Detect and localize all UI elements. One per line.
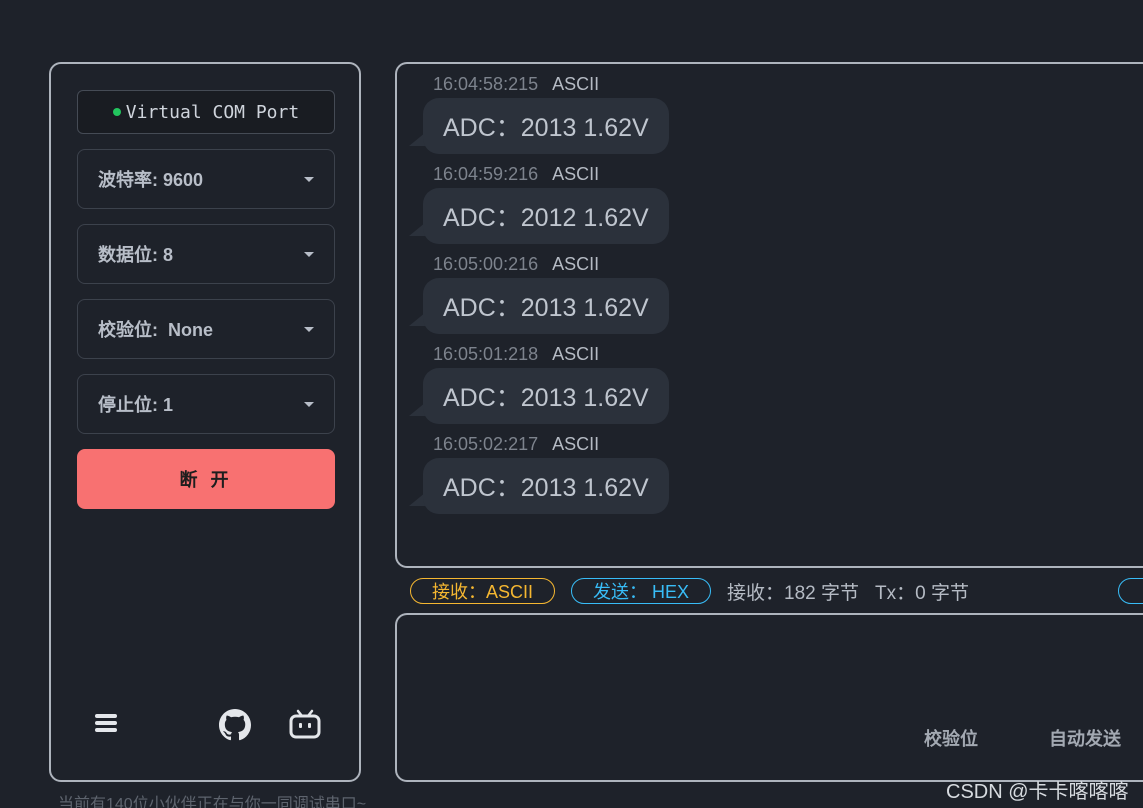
- send-mode-toggle[interactable]: 发送： HEX: [571, 578, 712, 604]
- settings-panel: Virtual COM Port 波特率: 9600 数据位: 8 校验位: N…: [49, 62, 361, 782]
- transmit-byte-count: Tx：0 字节: [875, 582, 969, 604]
- send-input-panel[interactable]: 校验位 自动发送: [395, 613, 1143, 782]
- message-mode: ASCII: [552, 344, 600, 364]
- message-time: 16:04:59:216: [433, 164, 539, 184]
- message-time: 16:05:00:216: [433, 254, 539, 274]
- receive-log-panel[interactable]: 16:04:58:215 ASCII ADC：2013 1.62V 16:04:5…: [395, 62, 1143, 568]
- chevron-down-icon: [304, 177, 314, 182]
- github-icon[interactable]: [219, 709, 251, 741]
- message-meta: 16:04:58:215 ASCII: [433, 74, 599, 95]
- chevron-down-icon: [304, 252, 314, 257]
- message-time: 16:05:01:218: [433, 344, 539, 364]
- bilibili-icon[interactable]: [289, 709, 321, 739]
- baud-rate-select[interactable]: 波特率: 9600: [77, 149, 335, 209]
- data-bits-label: 数据位: 8: [98, 245, 174, 265]
- checksum-option[interactable]: 校验位: [924, 725, 978, 751]
- message-bubble: ADC：2013 1.62V: [423, 368, 669, 424]
- receive-mode-toggle[interactable]: 接收：ASCII: [410, 578, 556, 604]
- message-meta: 16:04:59:216 ASCII: [433, 164, 599, 185]
- watermark: CSDN @卡卡喀喀喀: [946, 781, 1129, 803]
- message-bubble: ADC：2013 1.62V: [423, 458, 669, 514]
- receive-byte-count: 接收：182 字节: [727, 582, 860, 604]
- message-bubble: ADC：2012 1.62V: [423, 188, 669, 244]
- message-time: 16:05:02:217: [433, 434, 539, 454]
- disconnect-button[interactable]: 断 开: [77, 449, 335, 509]
- parity-label: 校验位: None: [98, 320, 213, 340]
- port-name: Virtual COM Port: [125, 101, 300, 123]
- stop-bits-label: 停止位: 1: [98, 395, 174, 415]
- online-users-text: 当前有140位小伙伴正在与你一同调试串口~: [58, 796, 367, 808]
- message-time: 16:04:58:215: [433, 74, 539, 94]
- connected-status-dot: [112, 108, 121, 116]
- auto-send-option[interactable]: 自动发送: [1049, 725, 1121, 751]
- chevron-down-icon: [304, 327, 314, 332]
- status-pill-clipped[interactable]: [1118, 578, 1143, 604]
- menu-icon[interactable]: [93, 712, 119, 734]
- stop-bits-select[interactable]: 停止位: 1: [77, 374, 335, 434]
- port-selector[interactable]: Virtual COM Port: [77, 90, 335, 134]
- status-bar: 接收：ASCII 发送： HEX 接收：182 字节 Tx：0 字节: [410, 578, 985, 604]
- parity-select[interactable]: 校验位: None: [77, 299, 335, 359]
- message-meta: 16:05:01:218 ASCII: [433, 344, 599, 365]
- message-bubble: ADC：2013 1.62V: [423, 278, 669, 334]
- message-mode: ASCII: [552, 434, 600, 454]
- message-bubble: ADC：2013 1.62V: [423, 98, 669, 154]
- message-meta: 16:05:02:217 ASCII: [433, 434, 599, 455]
- message-mode: ASCII: [552, 254, 600, 274]
- baud-rate-label: 波特率: 9600: [98, 170, 204, 190]
- data-bits-select[interactable]: 数据位: 8: [77, 224, 335, 284]
- message-meta: 16:05:00:216 ASCII: [433, 254, 599, 275]
- chevron-down-icon: [304, 402, 314, 407]
- message-mode: ASCII: [552, 164, 600, 184]
- message-mode: ASCII: [552, 74, 600, 94]
